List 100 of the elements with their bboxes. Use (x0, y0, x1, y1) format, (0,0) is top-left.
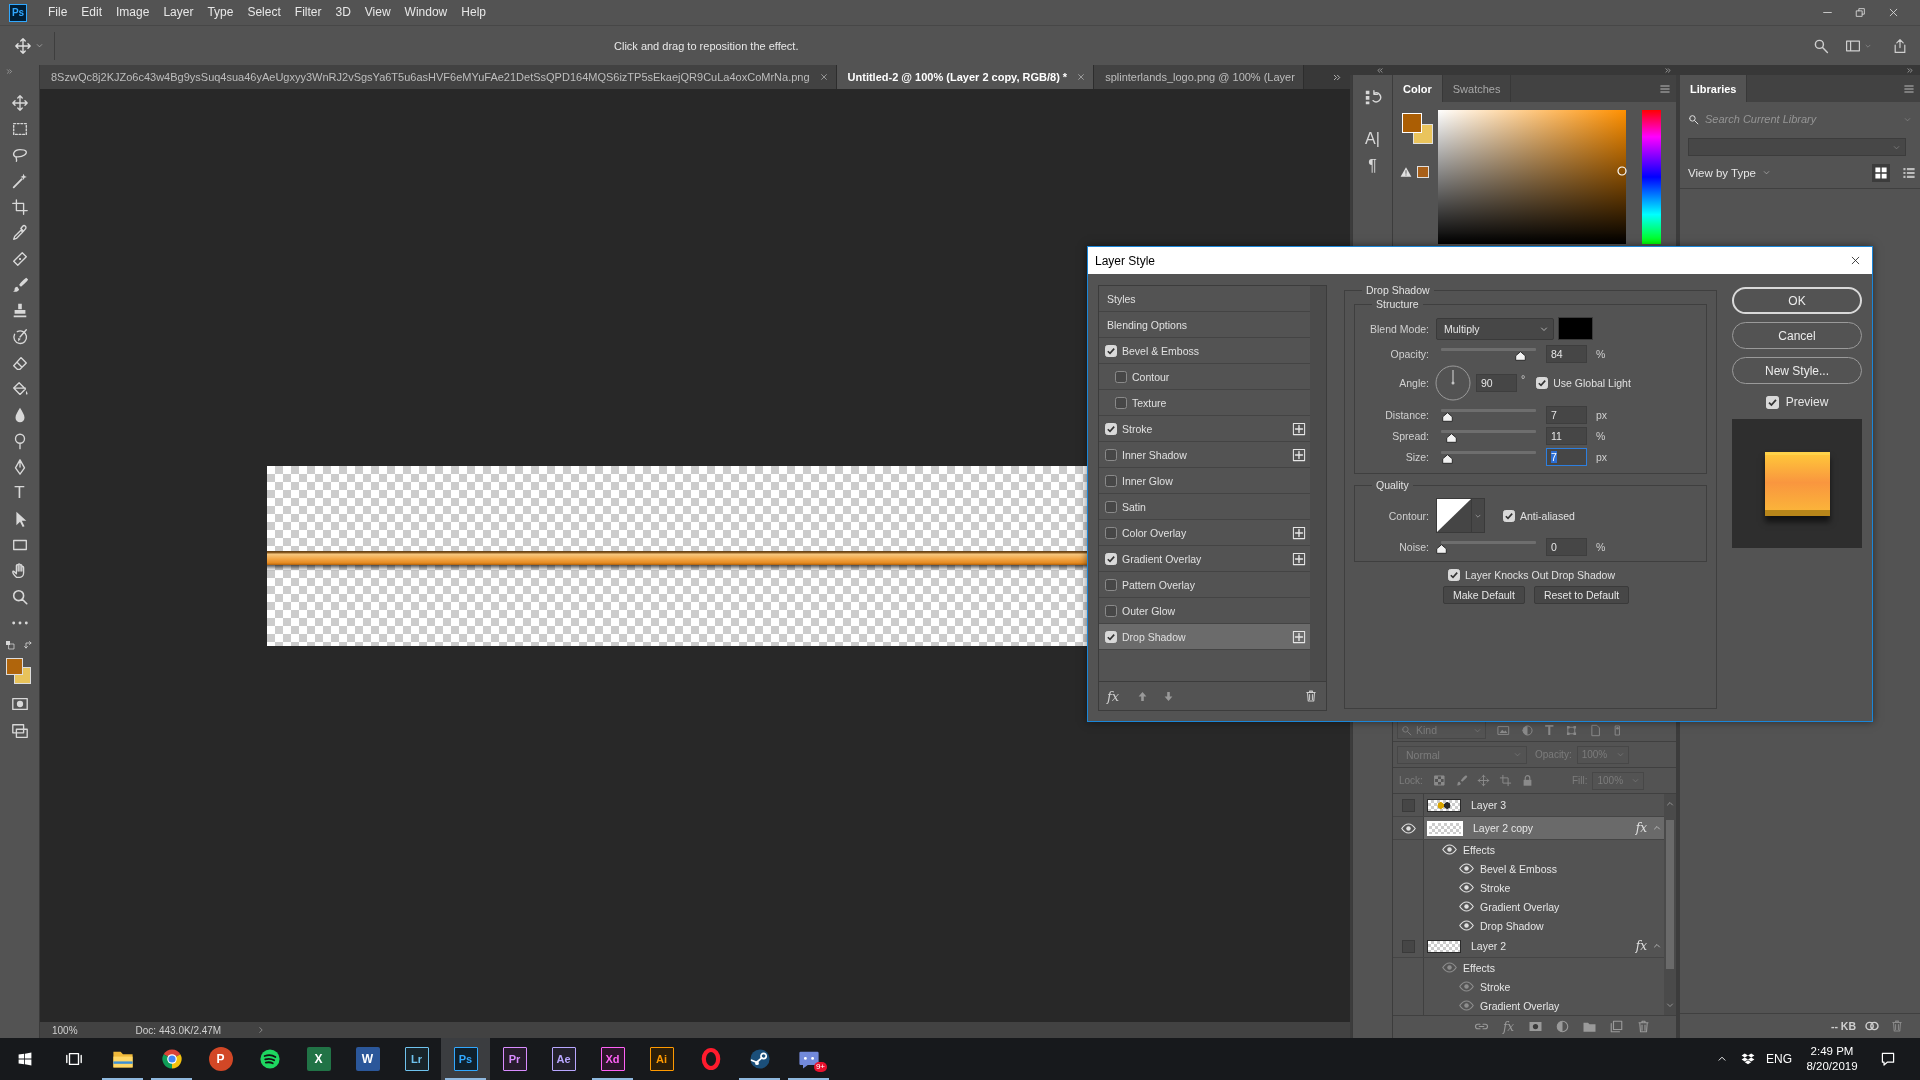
checkbox[interactable] (1105, 474, 1117, 487)
menu-item[interactable]: Type (200, 0, 241, 25)
expand-icon[interactable] (1906, 66, 1914, 74)
taskbar-button[interactable]: Ae (539, 1038, 588, 1080)
add-icon[interactable] (1292, 551, 1306, 566)
panel-tab[interactable]: Libraries (1680, 75, 1748, 102)
expand-icon[interactable] (1664, 66, 1672, 74)
menu-item[interactable]: Window (397, 0, 455, 25)
restore-icon[interactable] (1855, 7, 1866, 18)
taskbar-button[interactable]: Ai (637, 1038, 686, 1080)
slider-thumb[interactable] (1446, 433, 1458, 443)
checkbox[interactable] (1105, 578, 1117, 591)
style-list-item[interactable]: Drop Shadow (1099, 624, 1310, 650)
slider-thumb[interactable] (1514, 351, 1526, 361)
slider-thumb[interactable] (1441, 454, 1453, 464)
number-field[interactable]: 7 (1546, 405, 1587, 424)
checkbox[interactable] (1105, 526, 1117, 539)
trash-icon[interactable] (1636, 1019, 1651, 1034)
mask-icon[interactable] (1528, 1019, 1543, 1034)
taskbar-button[interactable]: Lr (392, 1038, 441, 1080)
color-field[interactable] (1438, 110, 1626, 244)
slider-thumb[interactable] (1441, 412, 1453, 422)
number-field[interactable]: 11 (1546, 426, 1587, 445)
new-style-button[interactable]: New Style... (1732, 357, 1862, 384)
adjustment-layer-icon[interactable] (1555, 1019, 1570, 1034)
panel-glyph-button[interactable]: ¶ (1368, 156, 1377, 176)
menu-item[interactable]: Help (454, 0, 493, 25)
menu-item[interactable]: Layer (156, 0, 201, 25)
document-tab[interactable]: 8SzwQc8j2KJZo6c43w4Bg9ysSuq4sua46yAeUgxyy3WnRJ2vSgsYa6T5u6asHVF6eMYuFAe21DetSsQPD164MQS6izTP5sEkaejQR9CuLa4oxCoMrNa.png (40, 65, 837, 89)
new-layer-icon[interactable] (1609, 1019, 1624, 1034)
add-icon[interactable] (1292, 629, 1306, 644)
number-field[interactable]: 90 (1476, 374, 1517, 392)
gamut-color-swatch[interactable] (1417, 166, 1429, 178)
shape-filter-icon[interactable] (1564, 723, 1578, 737)
trash-icon[interactable] (1304, 689, 1318, 703)
checkbox[interactable] (1115, 396, 1127, 409)
view-by-dropdown[interactable]: View by Type (1688, 166, 1756, 179)
eraser-icon[interactable] (10, 354, 29, 372)
style-list-item[interactable]: Contour (1099, 364, 1310, 390)
quick-mask-icon[interactable] (10, 695, 29, 713)
type-tool-button[interactable]: T (14, 484, 25, 502)
contour-dropdown[interactable] (1436, 498, 1485, 533)
style-list-item[interactable]: Inner Glow (1099, 468, 1310, 494)
zoom-level[interactable]: 100% (52, 1024, 78, 1036)
add-icon[interactable] (1292, 447, 1306, 462)
checkerboard-icon[interactable] (1432, 774, 1446, 787)
style-list-item[interactable]: Bevel & Emboss (1099, 338, 1310, 364)
checkbox[interactable] (1105, 604, 1117, 617)
color-swatches-icon[interactable] (1402, 113, 1433, 144)
menu-icon[interactable] (1659, 82, 1671, 95)
share-icon[interactable] (1892, 37, 1908, 54)
style-list-item[interactable]: Stroke (1099, 416, 1310, 442)
menu-item[interactable]: File (41, 0, 75, 25)
close-icon[interactable] (1850, 255, 1861, 266)
panel-tab[interactable]: Color (1393, 75, 1443, 102)
hue-spectrum[interactable] (1642, 110, 1661, 244)
panel-glyph-button[interactable]: A| (1365, 129, 1380, 149)
marquee-tool-icon[interactable] (10, 120, 29, 138)
ok-button[interactable]: OK (1732, 287, 1862, 314)
scrollbar[interactable] (1664, 794, 1676, 1015)
checkbox[interactable] (1105, 448, 1117, 461)
default-colors-icon[interactable] (4, 640, 15, 650)
menu-icon[interactable] (1903, 82, 1915, 95)
taskbar-button[interactable]: Xd (588, 1038, 637, 1080)
shadow-color-swatch[interactable] (1558, 317, 1593, 340)
document-tab[interactable]: splinterlands_logo.png @ 100% (Layer (1094, 65, 1304, 89)
history-panel-icon[interactable] (1363, 88, 1382, 106)
history-brush-icon[interactable] (10, 328, 29, 346)
bandage-icon[interactable] (10, 250, 29, 268)
eyedropper-icon[interactable] (10, 224, 29, 242)
brush-icon[interactable] (10, 276, 29, 294)
style-list-item[interactable]: Blending Options (1099, 312, 1310, 338)
style-list-item[interactable]: Pattern Overlay (1099, 572, 1310, 598)
collapse-icon[interactable] (1376, 66, 1384, 74)
crop-tool-icon[interactable] (10, 198, 29, 216)
menu-item[interactable]: Edit (74, 0, 110, 25)
document-tab[interactable]: Untitled-2 @ 100% (Layer 2 copy, RGB/8) * (836, 65, 1095, 89)
scrollbar-thumb[interactable] (1666, 820, 1674, 969)
color-swatches-icon[interactable] (5, 658, 31, 684)
search-icon[interactable] (1813, 37, 1829, 54)
style-list-item[interactable]: Texture (1099, 390, 1310, 416)
panel-tab[interactable]: Swatches (1442, 75, 1512, 102)
number-field[interactable]: 84 (1546, 344, 1587, 363)
task-view-icon[interactable] (64, 1050, 83, 1068)
style-list-item[interactable]: Inner Shadow (1099, 442, 1310, 468)
menu-item[interactable]: Filter (287, 0, 329, 25)
checkbox[interactable] (1115, 370, 1127, 383)
chevron-icon[interactable] (257, 1026, 266, 1034)
zoom-icon[interactable] (10, 588, 29, 606)
add-icon[interactable] (1292, 421, 1306, 436)
picker-ring-icon[interactable] (1617, 166, 1627, 176)
number-field[interactable]: 7 (1546, 447, 1587, 466)
menu-item[interactable]: Select (240, 0, 288, 25)
taskbar-button[interactable]: P (196, 1038, 245, 1080)
taskbar-button[interactable]: 9+ (784, 1038, 833, 1080)
move-tool-icon[interactable] (14, 36, 32, 55)
swap-colors-icon[interactable] (23, 640, 34, 650)
screen-mode-icon[interactable] (10, 722, 29, 740)
slider-thumb[interactable] (1436, 544, 1447, 554)
grid-view-icon[interactable] (1872, 163, 1890, 182)
